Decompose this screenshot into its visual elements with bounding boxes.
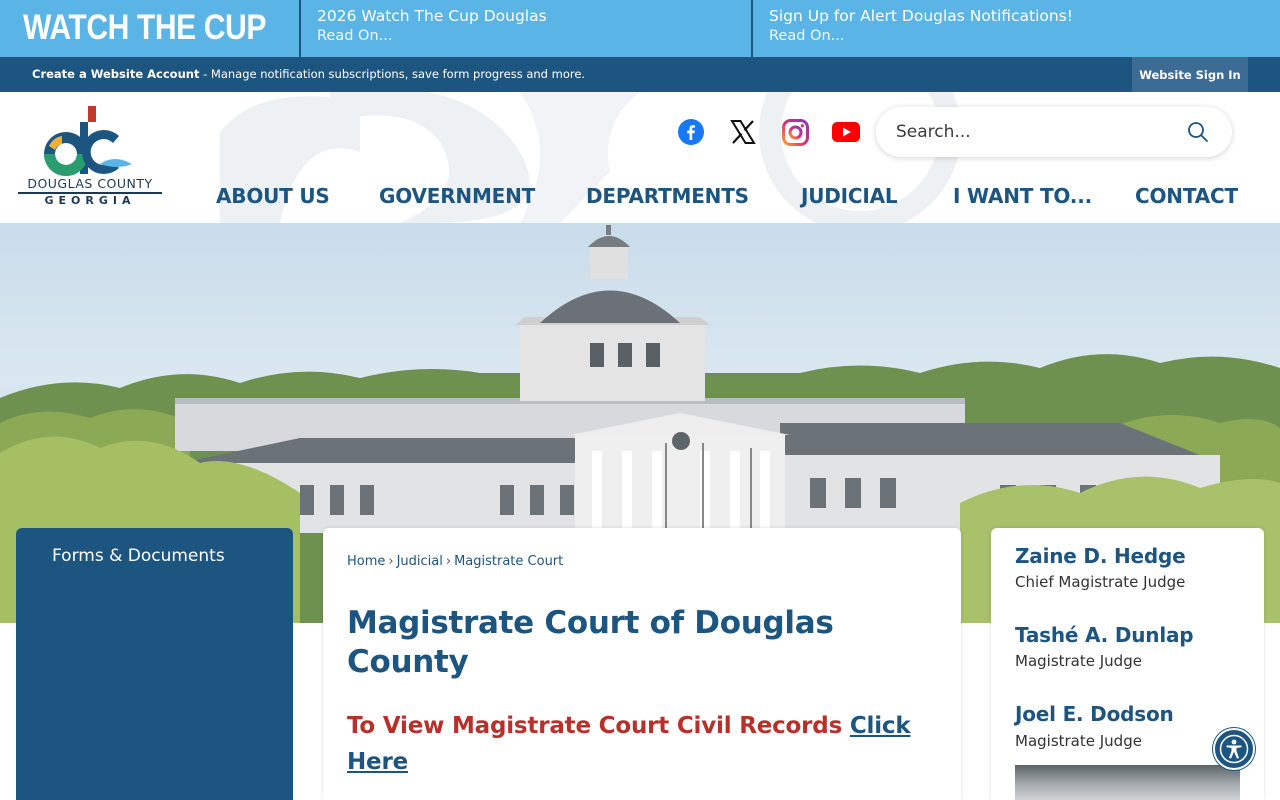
judge-name[interactable]: Tashé A. Dunlap [1015, 623, 1194, 647]
alert-item-heading[interactable]: Sign Up for Alert Douglas Notifications! [769, 6, 1073, 26]
judge-name[interactable]: Joel E. Dodson [1015, 702, 1174, 726]
nav-government[interactable]: GOVERNMENT [379, 184, 535, 208]
site-header: DOUGLAS COUNTY GEORGIA ABOUT US GOVERNME… [0, 92, 1280, 223]
judge-title: Magistrate Judge [1015, 732, 1142, 750]
alert-bar: WATCH THE CUP 2026 Watch The Cup Douglas… [0, 0, 1280, 57]
alert-bar-title: WATCH THE CUP [23, 8, 267, 47]
main-content-card: Home › Judicial › Magistrate Court Magistrat… [323, 528, 961, 800]
search-icon[interactable] [1186, 120, 1210, 144]
judge-photo [1015, 765, 1240, 800]
alert-item-heading[interactable]: 2026 Watch The Cup Douglas [317, 6, 547, 26]
logo-state-name: GEORGIA [44, 194, 136, 207]
breadcrumb-separator: › [388, 554, 394, 569]
logo-county-name: DOUGLAS COUNTY [27, 176, 153, 191]
nav-contact[interactable]: CONTACT [1135, 184, 1238, 208]
x-icon[interactable] [729, 118, 757, 146]
youtube-icon[interactable] [832, 118, 860, 146]
breadcrumb-separator: › [445, 554, 452, 569]
search-input[interactable] [896, 119, 1176, 145]
sidebar-item-forms-documents[interactable]: Forms & Documents [52, 546, 225, 566]
breadcrumb-home-link[interactable]: Home [347, 554, 385, 569]
alert-item-watch-the-cup[interactable]: 2026 Watch The Cup Douglas Read On... [317, 6, 547, 46]
breadcrumb: Home › Judicial › Magistrate Court [347, 554, 563, 569]
nav-departments[interactable]: DEPARTMENTS [586, 184, 749, 208]
page-title: Magistrate Court of Douglas County [347, 605, 834, 680]
account-bar: Create a Website Account - Manage notifi… [0, 57, 1280, 92]
judge-title: Chief Magistrate Judge [1015, 573, 1186, 591]
douglas-county-logo[interactable]: DOUGLAS COUNTY GEORGIA [14, 106, 166, 212]
nav-i-want-to[interactable]: I WANT TO... [953, 184, 1092, 208]
judge-name[interactable]: Zaine D. Hedge [1015, 544, 1186, 568]
instagram-icon[interactable] [781, 118, 809, 146]
alert-item-alert-douglas[interactable]: Sign Up for Alert Douglas Notifications!… [769, 6, 1073, 46]
account-bar-description: - Manage notification subscriptions, sav… [199, 67, 586, 81]
nav-about-us[interactable]: ABOUT US [216, 184, 330, 208]
website-sign-in-button[interactable]: Website Sign In [1132, 57, 1248, 92]
breadcrumb-judicial-link[interactable]: Judicial [397, 554, 443, 569]
alert-divider [299, 0, 301, 57]
create-account-link[interactable]: Create a Website Account [32, 67, 199, 81]
breadcrumb-current-page[interactable]: Magistrate Court [454, 554, 563, 569]
account-bar-text: Create a Website Account - Manage notifi… [32, 67, 585, 81]
dc-logo-mark-icon [44, 106, 132, 176]
sidebar-nav: Forms & Documents [16, 528, 293, 800]
alert-divider [751, 0, 753, 57]
search-bar [876, 107, 1232, 157]
civil-records-text: To View Magistrate Court Civil Records [347, 713, 850, 739]
civil-records-notice: To View Magistrate Court Civil Records C… [347, 708, 947, 780]
facebook-icon[interactable] [677, 118, 705, 146]
alert-item-read-on-link[interactable]: Read On... [769, 26, 1073, 46]
accessibility-icon[interactable] [1213, 728, 1255, 770]
alert-item-read-on-link[interactable]: Read On... [317, 26, 547, 46]
judge-title: Magistrate Judge [1015, 652, 1142, 670]
nav-judicial[interactable]: JUDICIAL [801, 184, 898, 208]
